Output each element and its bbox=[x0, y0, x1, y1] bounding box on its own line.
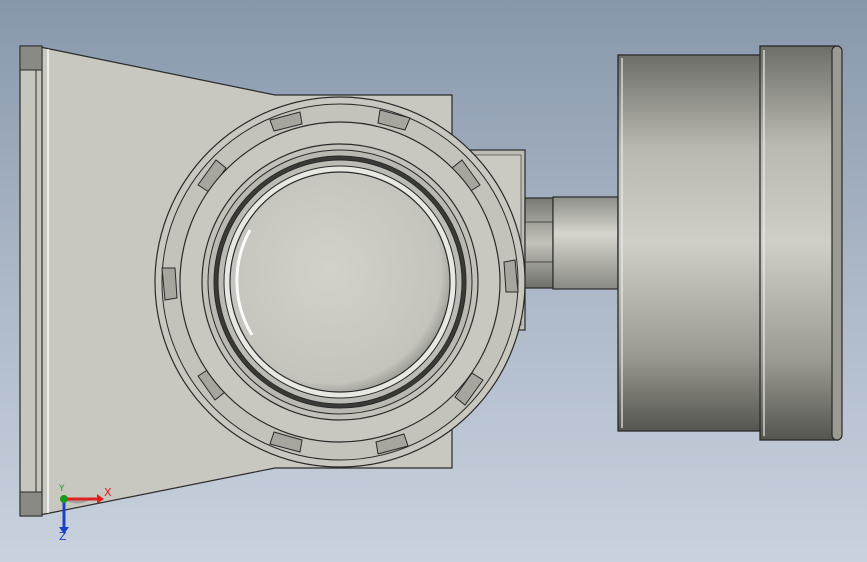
triad-graphic bbox=[59, 494, 104, 534]
y-axis-label: Y bbox=[59, 484, 65, 494]
x-axis-arrowhead bbox=[97, 494, 104, 504]
z-axis-label: Z bbox=[59, 530, 67, 543]
y-axis-dot bbox=[60, 495, 68, 503]
x-axis-label: X bbox=[104, 486, 112, 499]
triad-shadow bbox=[64, 500, 90, 504]
cad-viewport[interactable]: X Y Z bbox=[0, 0, 867, 562]
